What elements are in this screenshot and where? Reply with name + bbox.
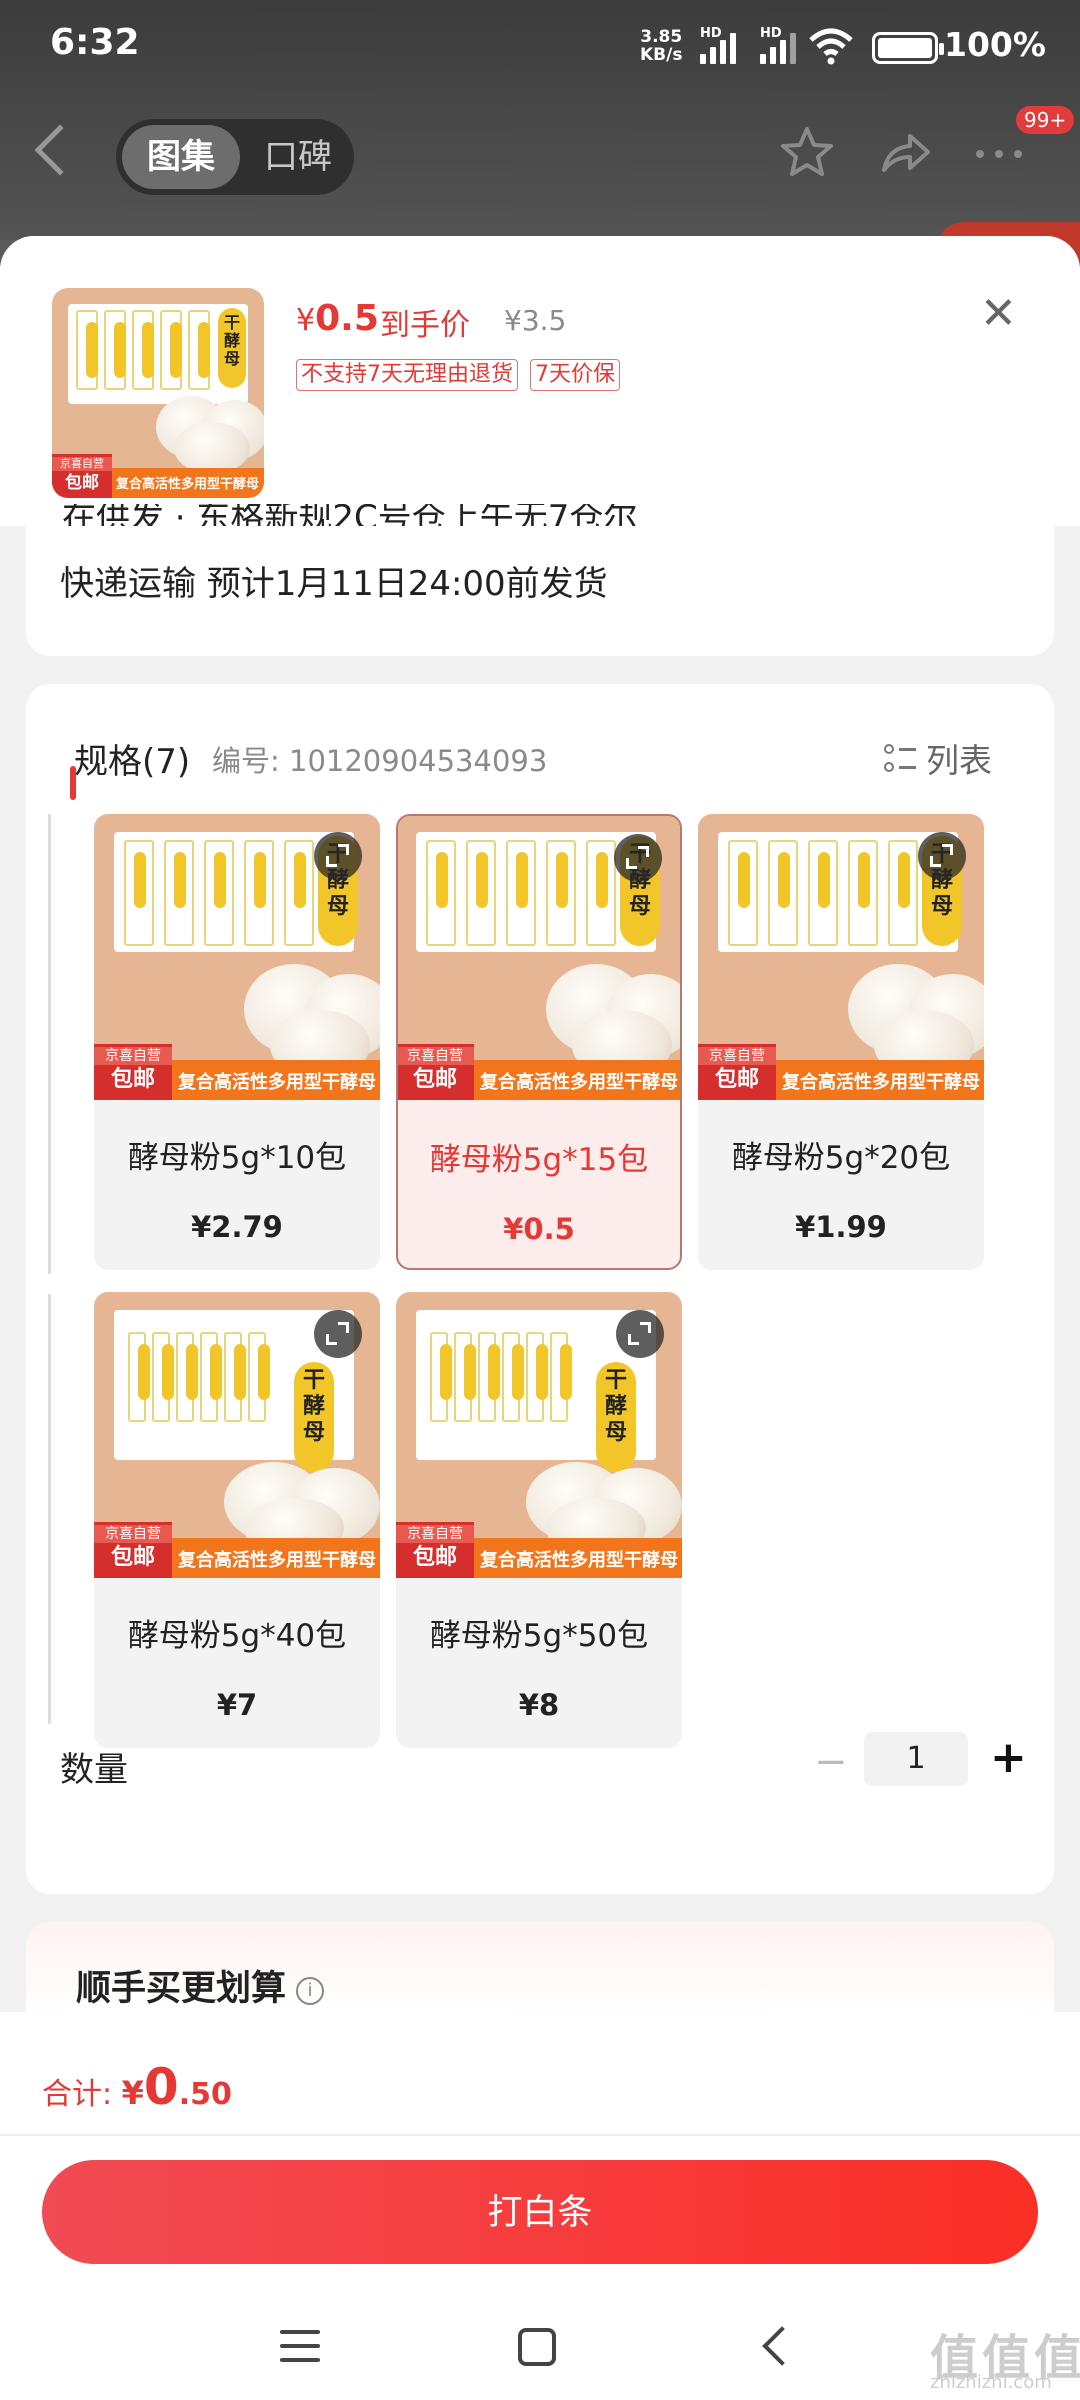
- back-arrow-icon[interactable]: [34, 124, 86, 176]
- tag-price-protect: 7天价保: [530, 359, 620, 391]
- option-price: ¥2.79: [191, 1210, 283, 1244]
- network-speed: 3.85 KB/s: [640, 27, 683, 65]
- close-icon[interactable]: ✕: [980, 292, 1017, 336]
- brand-tag-bottom: 包邮: [65, 473, 99, 493]
- expand-icon[interactable]: [314, 1310, 362, 1358]
- menu-icon[interactable]: [280, 2330, 320, 2364]
- option-price: ¥8: [518, 1688, 560, 1722]
- product-thumbnail[interactable]: 干酵母 京喜自营 包邮 复合高活性多用型干酵母: [52, 288, 264, 498]
- spec-option-50[interactable]: 干酵母 京喜自营 包邮 复合高活性多用型干酵母 酵母粉5g*50包 ¥8: [396, 1292, 682, 1748]
- pay-button[interactable]: 打白条: [42, 2160, 1038, 2264]
- expand-icon[interactable]: [614, 834, 662, 882]
- total-price: 合计: ¥0.50: [42, 2058, 232, 2116]
- top-nav: 图集 口碑 99+: [0, 106, 1080, 200]
- brand-tag-top: 京喜自营: [52, 457, 112, 471]
- option-label: 酵母粉5g*40包: [127, 1618, 347, 1654]
- wifi-icon: [808, 26, 854, 73]
- system-nav-bar: [0, 2300, 1080, 2400]
- option-label: 酵母粉5g*10包: [127, 1140, 347, 1176]
- option-price: ¥1.99: [795, 1210, 887, 1244]
- checkout-footer: 合计: ¥0.50 打白条: [0, 2012, 1080, 2400]
- option-price: ¥0.5: [503, 1212, 575, 1246]
- bundle-card: 顺手买更划算 i: [26, 1922, 1054, 2022]
- tab-reviews[interactable]: 口碑: [248, 125, 348, 189]
- option-label: 酵母粉5g*20包: [731, 1140, 951, 1176]
- spec-option-20[interactable]: 干酵母 京喜自营包邮 复合高活性多用型干酵母 酵母粉5g*20包 ¥1.99: [698, 814, 984, 1270]
- spec-title: 规格(7): [74, 742, 191, 782]
- expand-icon[interactable]: [918, 832, 966, 880]
- shipping-card: 在供发 · 东格新规2C号仓上午无7仓尔 快递运输 预计1月11日24:00前发…: [26, 504, 1054, 656]
- watermark-url: zhizhizhi.com: [930, 2372, 1052, 2393]
- signal-icon-1: [700, 30, 750, 64]
- sheet-header: 干酵母 京喜自营 包邮 复合高活性多用型干酵母 ¥0.5 到手价 ¥3.5 不支…: [0, 236, 1080, 526]
- option-label: 酵母粉5g*15包: [429, 1142, 649, 1178]
- status-time: 6:32: [50, 22, 140, 63]
- spec-option-10[interactable]: 干酵母 京喜自营包邮 复合高活性多用型干酵母 酵母粉5g*10包 ¥2.79: [94, 814, 380, 1270]
- media-tabs: 图集 口碑: [116, 119, 354, 195]
- quantity-label: 数量: [60, 1750, 128, 1790]
- home-icon[interactable]: [518, 2328, 556, 2366]
- info-icon[interactable]: i: [296, 1977, 325, 2005]
- shipping-estimate: 快递运输 预计1月11日24:00前发货: [60, 564, 608, 604]
- spec-option-15[interactable]: 干酵母 京喜自营包邮 复合高活性多用型干酵母 酵母粉5g*15包 ¥0.5: [396, 814, 682, 1270]
- thumb-band-text: 复合高活性多用型干酵母: [116, 477, 260, 492]
- list-icon: [884, 744, 916, 776]
- quantity-plus-button[interactable]: +: [990, 1734, 1027, 1782]
- quantity-minus-button[interactable]: −: [814, 1742, 848, 1782]
- back-icon[interactable]: [762, 2326, 802, 2366]
- original-price: ¥3.5: [504, 304, 567, 337]
- scroll-indicator: [70, 766, 76, 800]
- battery-percent: 100%: [944, 25, 1046, 64]
- list-view-toggle[interactable]: 列表: [884, 734, 992, 782]
- option-price: ¥7: [216, 1688, 258, 1722]
- star-icon[interactable]: [778, 124, 836, 194]
- deal-price-label: 到手价: [380, 308, 470, 343]
- option-label: 酵母粉5g*50包: [429, 1618, 649, 1654]
- divider: [0, 2134, 1080, 2136]
- battery-icon: [872, 32, 944, 64]
- more-icon[interactable]: [972, 124, 1026, 194]
- share-icon[interactable]: [876, 124, 934, 194]
- spec-code: 编号: 10120904534093: [212, 744, 548, 778]
- tab-gallery[interactable]: 图集: [122, 125, 240, 189]
- spec-sheet: 干酵母 京喜自营 包邮 复合高活性多用型干酵母 ¥0.5 到手价 ¥3.5 不支…: [0, 236, 1080, 2400]
- packet-badge: 干酵母: [218, 308, 246, 388]
- quantity-input[interactable]: 1: [864, 1732, 968, 1786]
- notification-badge: 99+: [1016, 106, 1075, 134]
- status-bar: 6:32 3.85 KB/s HD HD 100%: [0, 0, 1080, 96]
- spec-option-40[interactable]: 干酵母 京喜自营 包邮 复合高活性多用型干酵母 酵母粉5g*40包 ¥7: [94, 1292, 380, 1748]
- expand-icon[interactable]: [616, 1310, 664, 1358]
- signal-icon-2: [760, 30, 810, 64]
- tag-no-return: 不支持7天无理由退货: [296, 359, 518, 391]
- bundle-title: 顺手买更划算 i: [76, 1960, 325, 2011]
- service-tags: 不支持7天无理由退货 7天价保: [296, 359, 620, 391]
- expand-icon[interactable]: [314, 832, 362, 880]
- deal-price: ¥0.5: [296, 298, 379, 339]
- shipping-cut-text: 在供发 · 东格新规2C号仓上午无7仓尔: [62, 504, 638, 526]
- spec-card: 规格(7) 编号: 10120904534093 列表 干酵母 京喜自营包邮 复…: [26, 684, 1054, 1894]
